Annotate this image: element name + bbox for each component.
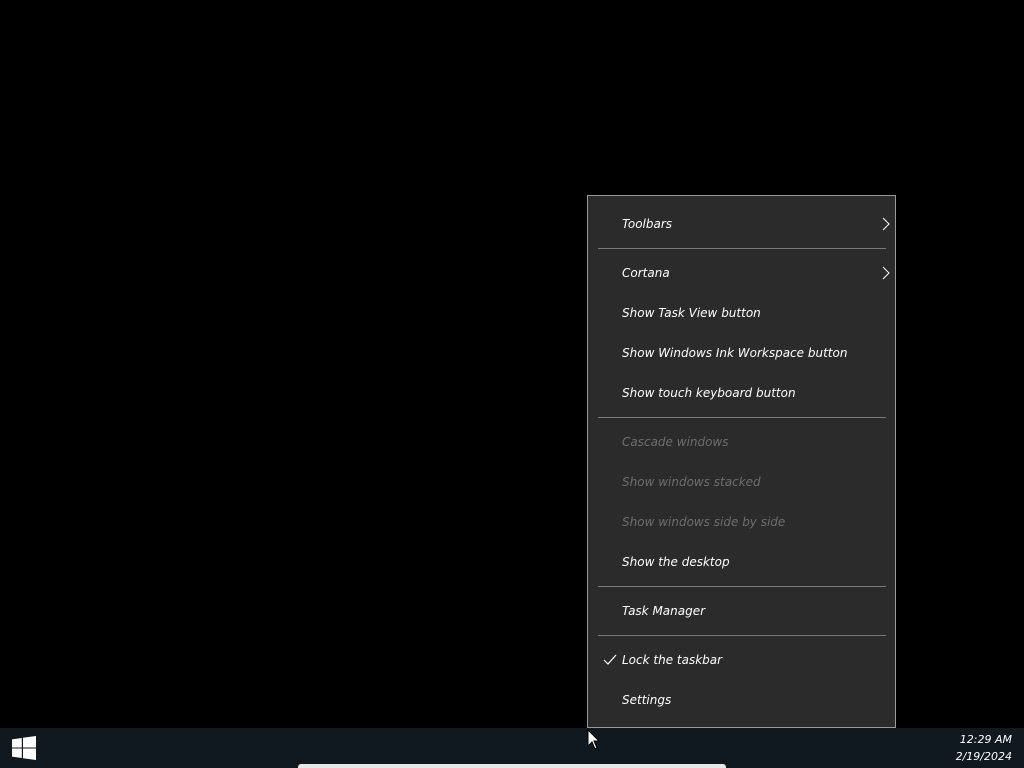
menu-item-show-desktop[interactable]: Show the desktop [588,542,895,582]
menu-item-label: Cascade windows [622,435,729,449]
taskbar-clock[interactable]: 12:29 AM 2/19/2024 [956,731,1012,765]
menu-item-windows-stacked: Show windows stacked [588,462,895,502]
menu-item-show-ink-workspace[interactable]: Show Windows Ink Workspace button [588,333,895,373]
menu-item-settings[interactable]: Settings [588,680,895,720]
taskbar-context-menu: Toolbars Cortana Show Task View button S… [587,195,896,728]
menu-item-label: Show Windows Ink Workspace button [622,346,848,360]
menu-item-toolbars[interactable]: Toolbars [588,204,895,244]
checkmark-icon [603,654,617,665]
clock-time: 12:29 AM [959,733,1012,746]
menu-item-label: Show the desktop [622,555,730,569]
menu-item-label: Lock the taskbar [622,653,723,667]
menu-item-label: Show Task View button [622,306,761,320]
chevron-right-icon [882,266,890,280]
taskbar-bottom-strip [298,764,726,768]
menu-separator [588,582,895,591]
menu-item-label: Show windows side by side [622,515,786,529]
menu-item-label: Show windows stacked [622,475,761,489]
menu-separator [588,631,895,640]
taskbar[interactable]: 12:29 AM 2/19/2024 [0,728,1024,768]
menu-item-lock-taskbar[interactable]: Lock the taskbar [588,640,895,680]
menu-separator [588,244,895,253]
menu-item-label: Show touch keyboard button [622,386,796,400]
menu-item-label: Cortana [622,266,670,280]
menu-separator [588,413,895,422]
menu-item-show-touch-keyboard[interactable]: Show touch keyboard button [588,373,895,413]
menu-item-label: Task Manager [622,604,706,618]
menu-item-task-manager[interactable]: Task Manager [588,591,895,631]
start-button[interactable] [0,728,48,768]
menu-item-windows-side-by-side: Show windows side by side [588,502,895,542]
chevron-right-icon [882,217,890,231]
mouse-cursor-icon [587,729,601,750]
menu-item-label: Settings [622,693,672,707]
menu-item-show-task-view[interactable]: Show Task View button [588,293,895,333]
menu-item-cortana[interactable]: Cortana [588,253,895,293]
windows-logo-icon [12,736,36,760]
clock-date: 2/19/2024 [955,750,1012,763]
menu-item-cascade-windows: Cascade windows [588,422,895,462]
menu-item-label: Toolbars [622,217,673,231]
